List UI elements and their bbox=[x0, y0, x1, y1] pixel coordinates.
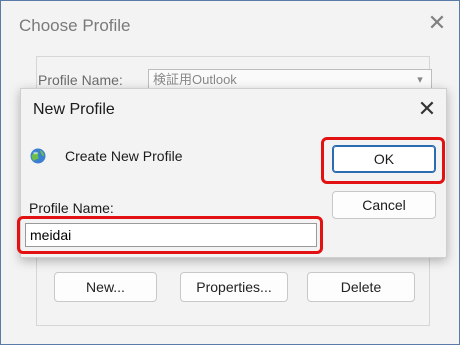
chevron-down-icon[interactable]: ▾ bbox=[411, 71, 429, 89]
close-icon[interactable]: ✕ bbox=[425, 11, 449, 35]
profile-name-label: Profile Name: bbox=[29, 200, 114, 216]
profile-name-input[interactable] bbox=[25, 223, 317, 247]
properties-button[interactable]: Properties... bbox=[180, 272, 288, 302]
profile-name-label-background: Profile Name: bbox=[38, 72, 123, 88]
cancel-button[interactable]: Cancel bbox=[332, 191, 436, 219]
create-new-profile-text: Create New Profile bbox=[65, 148, 183, 164]
new-profile-title: New Profile bbox=[33, 101, 115, 118]
outlook-globe-icon bbox=[30, 148, 46, 164]
new-profile-dialog: New Profile ✕ Create New Profile Profile… bbox=[20, 88, 447, 258]
profile-select-value: 検証用Outlook bbox=[153, 72, 237, 87]
delete-button[interactable]: Delete bbox=[307, 272, 415, 302]
choose-profile-title: Choose Profile bbox=[19, 16, 131, 35]
new-button[interactable]: New... bbox=[54, 272, 157, 302]
ok-button[interactable]: OK bbox=[332, 145, 436, 173]
close-icon[interactable]: ✕ bbox=[413, 95, 441, 123]
